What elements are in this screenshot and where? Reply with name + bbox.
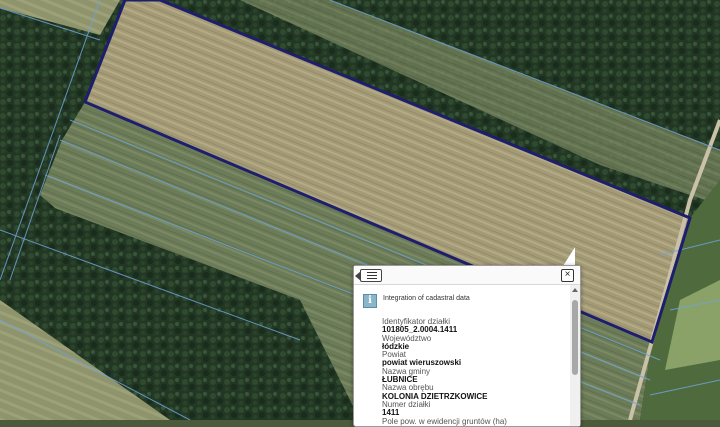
scroll-thumb[interactable] — [572, 300, 578, 375]
popup-pointer — [563, 247, 575, 266]
attribute-value: łódzkie — [382, 341, 410, 351]
attribute-label: Pole pow. w ewidencji gruntów (ha) — [382, 416, 507, 426]
attribute-label: Numer działki — [382, 399, 431, 409]
close-icon[interactable]: × — [561, 269, 574, 282]
attribute-list: Identyfikator działki 101805_2.0004.1411… — [382, 317, 568, 426]
popup-scrollbar[interactable] — [570, 285, 580, 426]
popup-body: i Integration of cadastral data Identyfi… — [354, 285, 570, 426]
popup-header: × — [354, 266, 580, 285]
info-icon: i — [363, 294, 377, 308]
scroll-up-icon[interactable] — [572, 288, 578, 292]
info-popup: × i Integration of cadastral data Identy… — [353, 265, 581, 427]
attribute-label: Województwo — [382, 333, 432, 343]
list-back-icon[interactable] — [355, 269, 382, 282]
section-title: Integration of cadastral data — [383, 295, 470, 302]
